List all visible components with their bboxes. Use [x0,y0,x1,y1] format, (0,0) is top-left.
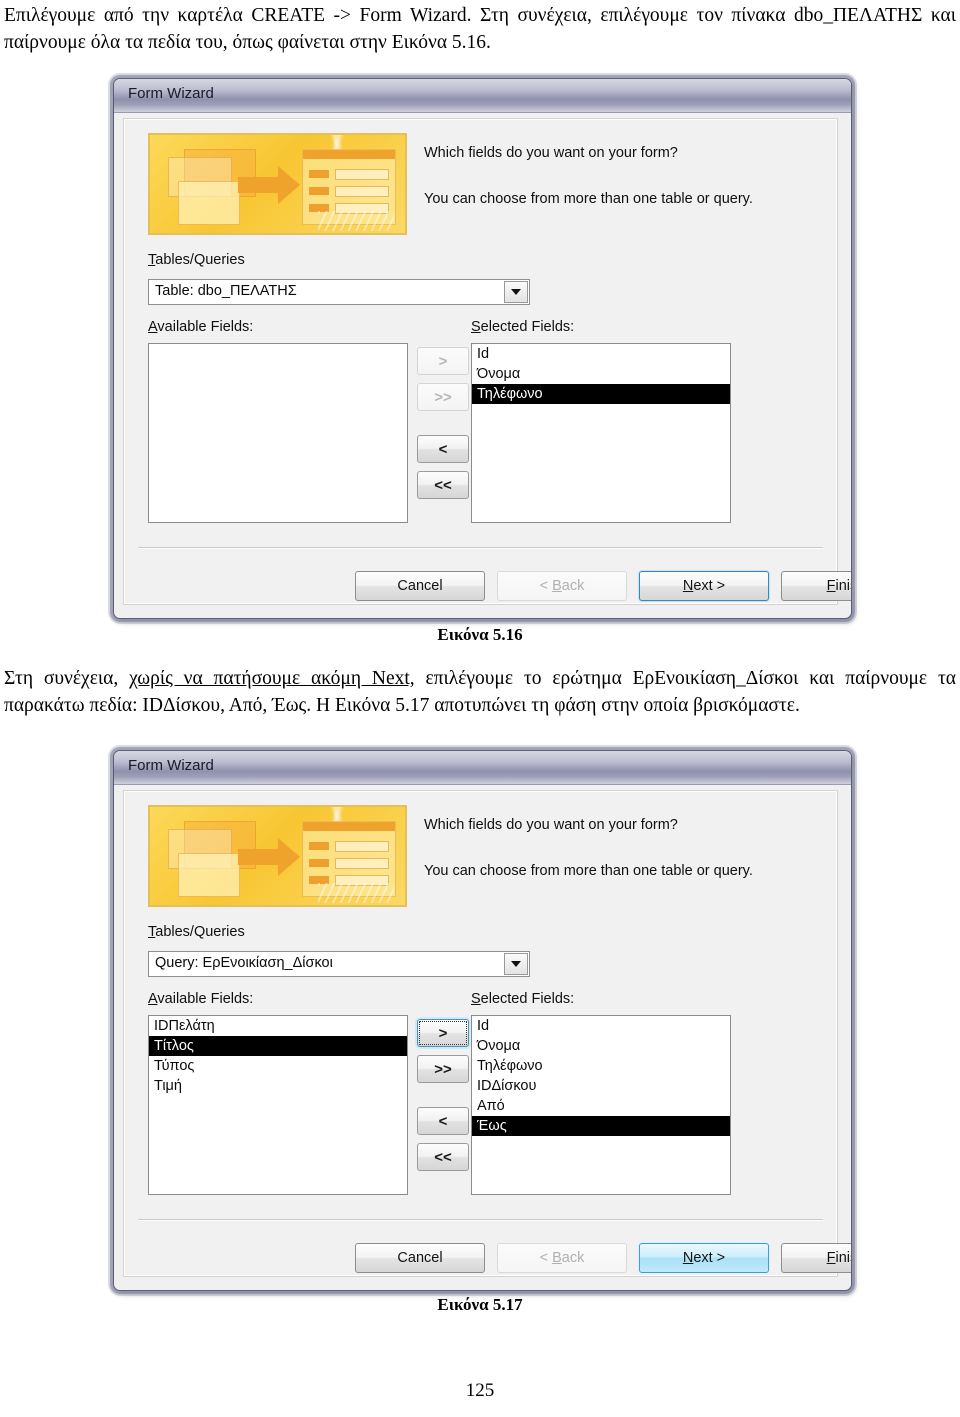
list-item[interactable]: Όνομα [472,364,730,384]
wizard-prompt-primary: Which fields do you want on your form? [424,817,678,833]
form-wizard-dialog-1[interactable]: Form Wizard Which fields do you want on … [113,78,852,619]
banner-form-field [335,841,389,852]
list-item[interactable]: Id [472,1016,730,1036]
banner-hatch [318,211,394,231]
banner-form-header [303,150,395,159]
banner-hatch [318,883,394,903]
list-item[interactable]: Από [472,1096,730,1116]
tables-queries-label: Tables/Queries [148,252,245,268]
list-item[interactable]: Τίτλος [149,1036,407,1056]
banner-form-header [303,822,395,831]
list-item[interactable]: Όνομα [472,1036,730,1056]
banner-arrow-icon [238,166,300,204]
finish-button[interactable]: Finish [781,571,851,601]
move-all-right-button[interactable]: >> [417,383,469,411]
banner-form-field [335,169,389,180]
move-all-right-button[interactable]: >> [417,1055,469,1083]
middle-paragraph: Στη συνέχεια, χωρίς να πατήσουμε ακόμη N… [4,665,956,719]
finish-button[interactable]: Finish [781,1243,851,1273]
list-item[interactable]: IDΔίσκου [472,1076,730,1096]
available-fields-label: Available Fields: [148,991,254,1007]
banner-form-label [309,170,329,178]
figure-caption-1: Εικόνα 5.16 [437,625,523,644]
move-right-button[interactable]: > [417,1019,469,1047]
banner-form-label [309,187,329,195]
list-item[interactable]: Τηλέφωνο [472,384,730,404]
available-fields-listbox[interactable]: IDΠελάτη Τίτλος Τύπος Τιμή [148,1015,408,1195]
list-item[interactable]: IDΠελάτη [149,1016,407,1036]
list-item[interactable]: Έως [472,1116,730,1136]
selected-fields-listbox[interactable]: Id Όνομα Τηλέφωνο [471,343,731,523]
middle-paragraph-lead: Στη συνέχεια, [4,668,130,689]
banner-table-front [178,853,240,897]
list-item[interactable]: Id [472,344,730,364]
cancel-button[interactable]: Cancel [355,571,485,601]
available-fields-label: Available Fields: [148,319,254,335]
tables-queries-value: Table: dbo_ΠΕΛΑΤΗΣ [155,283,297,299]
banner-table-front [178,181,240,225]
chevron-down-icon[interactable] [504,281,528,303]
dialog-title: Form Wizard [128,85,214,102]
move-all-left-button[interactable]: << [417,1143,469,1171]
dialog-titlebar[interactable]: Form Wizard [114,751,851,785]
next-button[interactable]: Next > [639,1243,769,1273]
footer-divider [138,1219,823,1221]
form-wizard-dialog-2[interactable]: Form Wizard Which fields do you want on … [113,750,852,1291]
banner-arrow-icon [238,838,300,876]
tables-queries-combobox[interactable]: Table: dbo_ΠΕΛΑΤΗΣ [148,279,530,305]
selected-fields-listbox[interactable]: Id Όνομα Τηλέφωνο IDΔίσκου Από Έως [471,1015,731,1195]
footer-divider [138,547,823,549]
banner-form-label [309,842,329,850]
tables-to-form-banner-icon [148,133,409,235]
wizard-prompt-primary: Which fields do you want on your form? [424,145,678,161]
list-item[interactable]: Τύπος [149,1056,407,1076]
wizard-prompt-secondary: You can choose from more than one table … [424,863,753,879]
page-number: 125 [465,1380,495,1401]
back-button[interactable]: < Back [497,571,627,601]
banner-form-label [309,859,329,867]
cancel-button[interactable]: Cancel [355,1243,485,1273]
intro-paragraph: Επιλέγουμε από την καρτέλα CREATE -> For… [4,2,956,56]
move-left-button[interactable]: < [417,1107,469,1135]
tables-queries-label: Tables/Queries [148,924,245,940]
intro-paragraph-text: Επιλέγουμε από την καρτέλα CREATE -> For… [4,5,956,53]
dialog-titlebar[interactable]: Form Wizard [114,79,851,113]
list-item[interactable]: Τηλέφωνο [472,1056,730,1076]
banner-form-field [335,858,389,869]
selected-fields-label: Selected Fields: [471,991,575,1007]
move-left-button[interactable]: < [417,435,469,463]
dialog-body: Which fields do you want on your form? Y… [123,118,851,605]
tables-to-form-banner-icon [148,805,409,907]
middle-paragraph-underlined: χωρίς να πατήσουμε ακόμη Next, [129,668,415,689]
available-fields-listbox[interactable] [148,343,408,523]
back-button[interactable]: < Back [497,1243,627,1273]
move-all-left-button[interactable]: << [417,471,469,499]
tables-queries-combobox[interactable]: Query: ΕρΕνοικίαση_Δίσκοι [148,951,530,977]
figure-caption-2: Εικόνα 5.17 [437,1295,523,1314]
next-button[interactable]: Next > [639,571,769,601]
selected-fields-label: Selected Fields: [471,319,575,335]
dialog-body: Which fields do you want on your form? Y… [123,790,851,1277]
list-item[interactable]: Τιμή [149,1076,407,1096]
move-right-button[interactable]: > [417,347,469,375]
wizard-prompt-secondary: You can choose from more than one table … [424,191,753,207]
tables-queries-value: Query: ΕρΕνοικίαση_Δίσκοι [155,955,333,971]
dialog-title: Form Wizard [128,757,214,774]
chevron-down-icon[interactable] [504,953,528,975]
banner-form-field [335,186,389,197]
